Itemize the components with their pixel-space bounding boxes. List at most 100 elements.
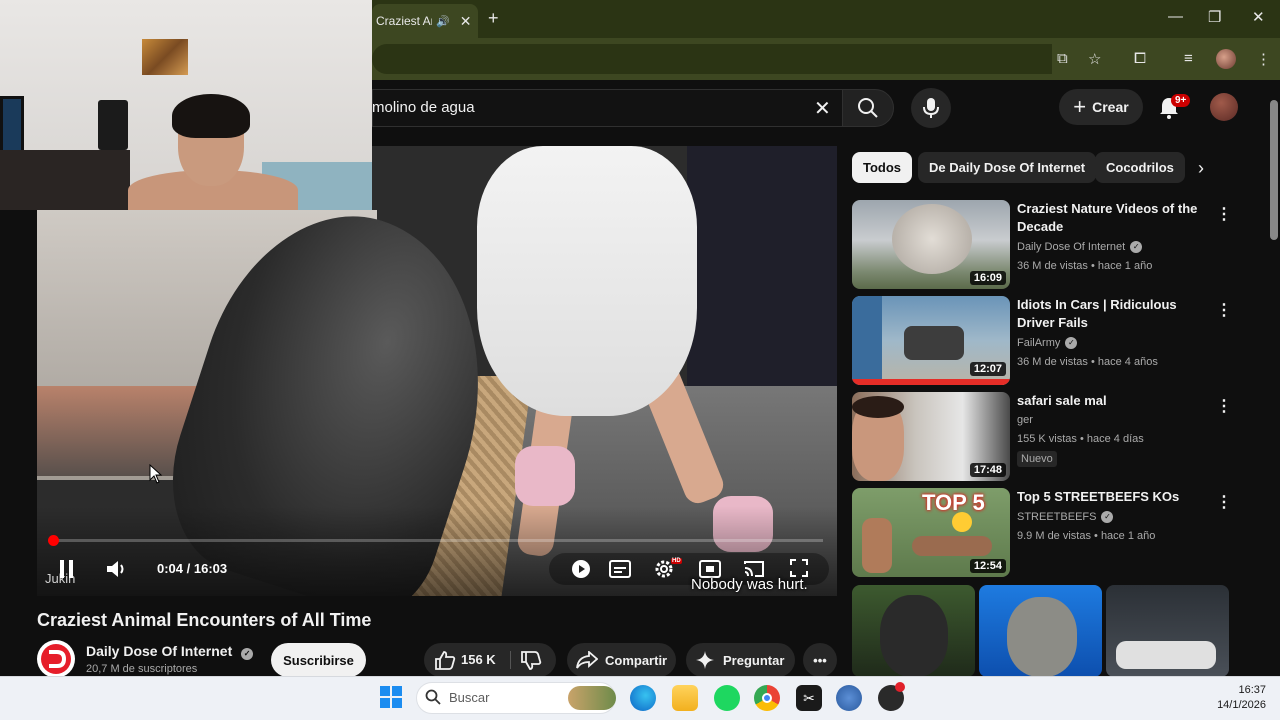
shorts-thumbnail[interactable]: [852, 585, 975, 677]
channel-name-text: Daily Dose Of Internet: [86, 643, 233, 659]
video-thumbnail[interactable]: 17:48: [852, 392, 1010, 481]
taskbar-search-icon: [425, 689, 441, 710]
mouse-cursor-icon: [149, 463, 163, 489]
edge-icon[interactable]: [630, 685, 656, 711]
more-vertical-icon[interactable]: ⋮: [1216, 300, 1232, 320]
restore-button[interactable]: ❐: [1208, 8, 1221, 26]
video-player[interactable]: 0:04 / 16:03 Jukin HD Nobody was hurt.: [37, 146, 837, 596]
spotify-icon[interactable]: [714, 685, 740, 711]
clock-date: 14/1/2026: [1217, 699, 1266, 711]
thumbnail-hair: [852, 396, 904, 418]
thumbnail-fighter: [912, 536, 992, 556]
more-actions-button[interactable]: •••: [803, 643, 837, 677]
recommendation-channel: Daily Dose Of Internet ✓: [1017, 241, 1143, 253]
search-button[interactable]: [842, 89, 894, 127]
microphone-icon: [923, 98, 939, 118]
subscribe-button[interactable]: Suscribirse: [271, 643, 366, 677]
subtitles-button[interactable]: [609, 560, 631, 583]
more-vertical-icon[interactable]: ⋮: [1216, 204, 1232, 224]
dislike-button[interactable]: [520, 651, 542, 674]
recommendation-title[interactable]: Craziest Nature Videos of the Decade: [1017, 200, 1212, 236]
sparkle-icon: [696, 651, 714, 669]
browser-menu-icon[interactable]: ⋮: [1256, 50, 1271, 68]
bookmark-star-icon[interactable]: ☆: [1088, 50, 1101, 68]
duration-badge: 16:09: [969, 271, 1006, 285]
volume-button[interactable]: [105, 558, 129, 585]
like-count: 156 K: [461, 652, 496, 667]
channel-logo-icon: [41, 644, 71, 674]
progress-bar[interactable]: [51, 539, 823, 542]
progress-scrubber[interactable]: [48, 535, 59, 546]
settings-gear-icon[interactable]: [836, 685, 862, 711]
share-button[interactable]: Compartir: [567, 643, 676, 677]
shorts-thumbnail[interactable]: [1106, 585, 1229, 677]
autoplay-button[interactable]: [571, 559, 591, 584]
close-tab-icon[interactable]: ✕: [460, 13, 472, 30]
clear-search-icon[interactable]: ✕: [814, 96, 831, 121]
search-icon: [858, 98, 878, 118]
chip-channel[interactable]: De Daily Dose Of Internet: [918, 152, 1097, 183]
windows-logo-icon: [380, 686, 402, 708]
more-vertical-icon[interactable]: ⋮: [1216, 492, 1232, 512]
account-avatar[interactable]: [1210, 93, 1238, 121]
thumbnail-truck: [852, 296, 882, 385]
speaker-icon[interactable]: 🔊: [436, 15, 450, 28]
chip-crocodiles[interactable]: Cocodrilos: [1095, 152, 1185, 183]
video-thumbnail[interactable]: 16:09: [852, 200, 1010, 289]
voice-search-button[interactable]: [911, 88, 951, 128]
profile-avatar-icon[interactable]: [1216, 49, 1236, 69]
recommendation-item[interactable]: TOP 5 12:54 Top 5 STREETBEEFS KOs STREET…: [852, 488, 1232, 578]
scrollbar-thumb[interactable]: [1270, 100, 1278, 240]
recommendation-title[interactable]: Idiots In Cars | Ridiculous Driver Fails: [1017, 296, 1212, 332]
ask-button[interactable]: Preguntar: [686, 643, 795, 677]
browser-tab[interactable]: Craziest Animal Encou 🔊 ✕: [372, 4, 478, 38]
recommendation-item[interactable]: 12:07 Idiots In Cars | Ridiculous Driver…: [852, 296, 1232, 386]
like-divider: [510, 651, 511, 669]
notification-badge: 9+: [1171, 94, 1191, 107]
close-window-button[interactable]: ✕: [1252, 8, 1265, 26]
chevron-right-icon[interactable]: ›: [1198, 158, 1204, 179]
capcut-icon[interactable]: ✂: [796, 685, 822, 711]
address-bar[interactable]: [372, 44, 1052, 74]
clock-time: 16:37: [1238, 684, 1266, 696]
like-button[interactable]: [434, 650, 456, 673]
recommendation-meta: 36 M de vistas • hace 1 año: [1017, 260, 1153, 272]
recommendation-title[interactable]: safari sale mal: [1017, 392, 1212, 410]
shorts-thumbnail[interactable]: [979, 585, 1102, 677]
video-thumbnail[interactable]: 12:07: [852, 296, 1010, 385]
file-explorer-icon[interactable]: [672, 685, 698, 711]
hd-badge: HD: [671, 558, 682, 564]
chip-all[interactable]: Todos: [852, 152, 913, 183]
webcam-speaker: [98, 100, 128, 150]
plus-icon: +: [1073, 94, 1087, 119]
recommendation-title[interactable]: Top 5 STREETBEEFS KOs: [1017, 488, 1212, 506]
recommendation-item[interactable]: 17:48 safari sale mal ger 155 K vistas •…: [852, 392, 1232, 482]
recommendation-item[interactable]: 16:09 Craziest Nature Videos of the Deca…: [852, 200, 1232, 290]
channel-name[interactable]: Daily Dose Of Internet ✓: [86, 643, 254, 660]
obs-icon[interactable]: [878, 682, 905, 711]
minimize-button[interactable]: —: [1168, 8, 1183, 25]
subtitles-icon: [609, 560, 631, 578]
video-thumbnail[interactable]: TOP 5 12:54: [852, 488, 1010, 577]
search-query: molino de agua: [372, 99, 475, 116]
video-watermark: Jukin: [45, 571, 76, 586]
install-app-icon[interactable]: ⧉: [1057, 50, 1068, 67]
system-clock[interactable]: 16:37 14/1/2026: [1200, 683, 1266, 713]
time-display: 0:04 / 16:03: [157, 561, 228, 576]
extensions-icon[interactable]: ⧠: [1134, 50, 1146, 67]
chrome-icon[interactable]: [754, 685, 780, 711]
new-tab-button[interactable]: +: [488, 8, 499, 29]
media-control-icon[interactable]: ≡: [1184, 50, 1193, 67]
channel-avatar[interactable]: [37, 640, 75, 678]
start-button[interactable]: [380, 686, 402, 713]
recommendation-meta: 155 K vistas • hace 4 días: [1017, 433, 1144, 445]
thumbnail-fighter: [862, 518, 892, 573]
watched-progress: [852, 379, 1010, 385]
create-label: Crear: [1092, 99, 1129, 115]
channel-text: Daily Dose Of Internet: [1017, 241, 1126, 253]
chrome-center: [762, 693, 772, 703]
create-button[interactable]: + Crear: [1059, 89, 1143, 125]
more-vertical-icon[interactable]: ⋮: [1216, 396, 1232, 416]
ask-label: Preguntar: [723, 652, 785, 668]
video-scene-girl: [477, 146, 697, 416]
